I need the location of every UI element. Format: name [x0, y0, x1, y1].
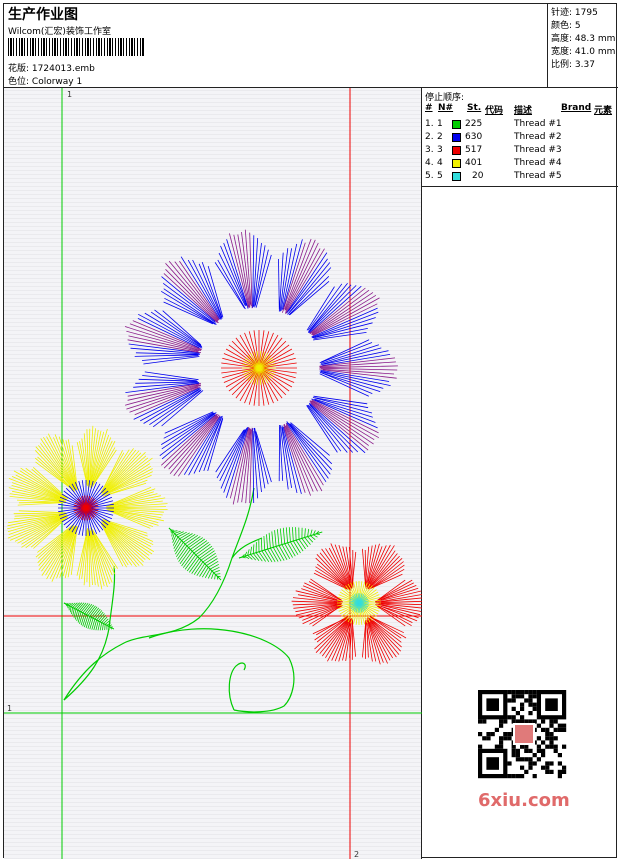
col-header-n: N#	[438, 103, 453, 113]
qr-logo-badge	[514, 724, 534, 744]
colorway-name: Colorway 1	[32, 77, 82, 87]
col-header-index: #	[425, 103, 433, 113]
design-file-name: 1724013.emb	[32, 64, 95, 74]
colorway-line: 色位: Colorway 1	[8, 74, 82, 87]
col-header-element: 元素	[594, 103, 612, 116]
stat-colors: 颜色: 5	[551, 18, 581, 31]
worksheet-frame: 生产作业图 Wilcom(汇宏)装饰工作室 花版: 1724013.emb 色位…	[3, 3, 617, 858]
col-header-brand: Brand	[561, 103, 591, 113]
color-swatch	[452, 146, 461, 155]
stat-scale: 比例: 3.37	[551, 57, 595, 70]
stop-sequence-title: 停止顺序:	[425, 90, 464, 103]
design-file-label: 花版:	[8, 64, 29, 74]
col-header-desc: 描述	[514, 103, 532, 116]
qr-code-image	[470, 686, 576, 782]
design-canvas[interactable]: 1 2 1	[4, 88, 422, 859]
color-swatch	[452, 133, 461, 142]
curl-end	[229, 663, 245, 710]
thread-row[interactable]: 1. 1 225 Thread #1	[422, 119, 618, 132]
barcode	[8, 38, 144, 56]
colorway-label: 色位:	[8, 77, 29, 87]
color-swatch	[452, 159, 461, 168]
flower-yellow	[7, 426, 167, 590]
stat-stitches: 针迹: 1795	[551, 5, 598, 18]
stems	[64, 488, 294, 712]
watermark: 6xiu.com	[478, 790, 570, 811]
leaf-right	[239, 527, 322, 562]
stat-width: 宽度: 41.0 mm	[551, 44, 615, 57]
stats-panel: 针迹: 1795 颜色: 5 高度: 48.3 mm 宽度: 41.0 mm 比…	[548, 4, 618, 88]
thread-row[interactable]: 5. 5 20 Thread #5	[422, 171, 618, 184]
stat-height: 高度: 48.3 mm	[551, 31, 615, 44]
studio-name: Wilcom(汇宏)装饰工作室	[8, 24, 111, 37]
leaf-left-upper	[169, 528, 221, 580]
thread-row[interactable]: 2. 2 630 Thread #2	[422, 132, 618, 145]
thread-row[interactable]: 3. 3 517 Thread #3	[422, 145, 618, 158]
header-panel: 生产作业图 Wilcom(汇宏)装饰工作室 花版: 1724013.emb 色位…	[4, 4, 548, 88]
guide-label-v1: 1	[67, 90, 72, 99]
curl-stem	[149, 629, 294, 712]
thread-row[interactable]: 4. 4 401 Thread #4	[422, 158, 618, 171]
table-divider	[422, 186, 618, 187]
guide-label-v2: 2	[354, 850, 359, 859]
color-swatch	[452, 120, 461, 129]
col-header-st: St.	[467, 103, 481, 113]
guide-label-h1: 1	[7, 704, 12, 713]
qr-code[interactable]	[470, 686, 576, 782]
color-swatch	[452, 172, 461, 181]
stop-sequence-panel: 停止顺序: # N# St. 代码 描述 Brand 元素 1. 1 225 T…	[422, 88, 618, 859]
col-header-code: 代码	[485, 103, 503, 116]
flower-red	[292, 543, 422, 664]
page-title: 生产作业图	[8, 4, 78, 24]
flower-large-blue	[125, 230, 398, 505]
flowers	[7, 230, 422, 665]
embroidery-design: 1 2 1	[4, 88, 422, 859]
design-file-line: 花版: 1724013.emb	[8, 61, 95, 74]
